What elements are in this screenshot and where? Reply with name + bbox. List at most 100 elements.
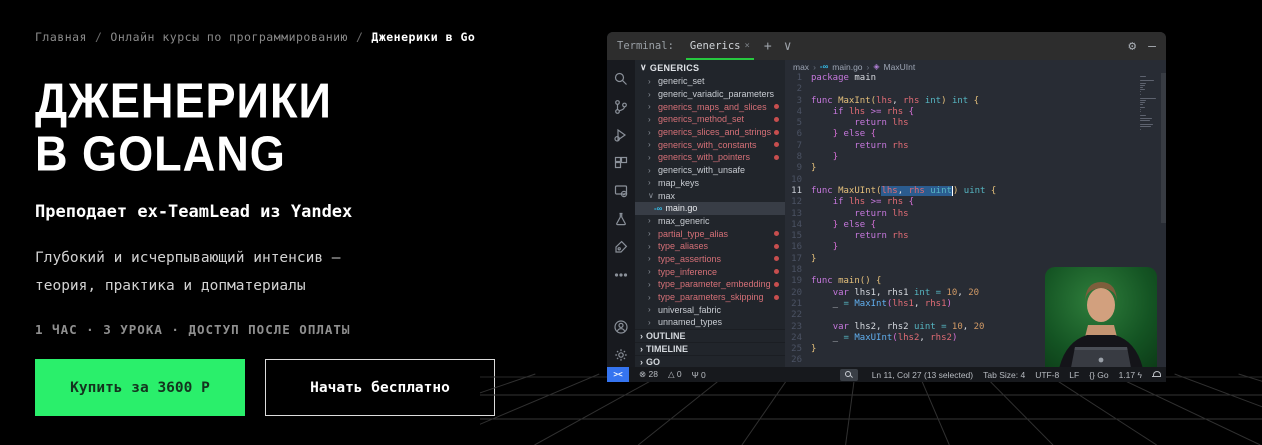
explorer-item-label: generic_set [658, 76, 705, 86]
explorer-item-label: generics_with_pointers [658, 152, 750, 162]
line-number: 21 [785, 299, 811, 310]
settings-gear-icon[interactable]: ⚙ [1128, 39, 1136, 54]
chevron-right-icon: › [648, 153, 655, 162]
source-control-icon[interactable] [613, 98, 630, 115]
explorer-root-header[interactable]: ∨ GENERICS [635, 60, 785, 75]
chevron-down-icon: ∨ [640, 62, 647, 73]
explorer-item-max[interactable]: ∨max [635, 189, 785, 202]
eol-type[interactable]: LF [1069, 370, 1079, 380]
explorer-item-type_parameter_embedding[interactable]: ›type_parameter_embedding [635, 278, 785, 291]
settings-icon[interactable] [613, 346, 630, 363]
chevron-right-icon: › [648, 102, 655, 111]
code-line-text: package main [811, 73, 876, 84]
editor-breadcrumb-item[interactable]: main.go [832, 62, 862, 72]
tab-size[interactable]: Tab Size: 4 [983, 370, 1025, 380]
explorer-item-map_keys[interactable]: ›map_keys [635, 177, 785, 190]
go-version[interactable]: 1.17 ϟ [1119, 370, 1142, 380]
notifications-bell-icon[interactable] [1152, 370, 1160, 379]
activity-bar [607, 60, 635, 367]
minimap-line [1140, 109, 1141, 110]
explorer-section-outline[interactable]: ›OUTLINE [635, 329, 785, 342]
chevron-right-icon: › [640, 331, 643, 341]
remote-explorer-icon[interactable] [613, 182, 630, 199]
explorer-item-label: type_inference [658, 267, 717, 277]
code-line-text: } [811, 254, 816, 265]
explorer-item-generics_method_set[interactable]: ›generics_method_set [635, 113, 785, 126]
account-icon[interactable] [613, 318, 630, 335]
encoding[interactable]: UTF-8 [1035, 370, 1059, 380]
breadcrumb: Главная/Онлайн курсы по программированию… [35, 30, 535, 44]
tools-icon[interactable] [613, 238, 630, 255]
close-tab-icon[interactable]: × [744, 41, 749, 51]
explorer-item-label: generics_with_unsafe [658, 165, 745, 175]
chevron-right-icon: › [648, 128, 655, 137]
course-description: Глубокий и исчерпывающий интенсив — теор… [35, 244, 535, 300]
more-icon[interactable] [613, 266, 630, 283]
minimap-line [1140, 102, 1145, 103]
explorer-item-generics_slices_and_strings[interactable]: ›generics_slices_and_strings [635, 126, 785, 139]
language-mode[interactable]: {} Go [1089, 370, 1108, 380]
explorer-item-generics_with_constants[interactable]: ›generics_with_constants [635, 138, 785, 151]
testing-icon[interactable] [613, 210, 630, 227]
explorer-item-label: type_aliases [658, 241, 708, 251]
explorer-item-generics_with_pointers[interactable]: ›generics_with_pointers [635, 151, 785, 164]
line-number: 19 [785, 276, 811, 287]
explorer-item-type_parameters_skipping[interactable]: ›type_parameters_skipping [635, 291, 785, 304]
editor-breadcrumb-item[interactable]: MaxUInt [884, 62, 916, 72]
problems-warnings[interactable]: △ 0 [668, 369, 682, 380]
code-line-text: if lhs >= rhs { [811, 197, 914, 208]
cursor-position[interactable]: Ln 11, Col 27 (13 selected) [872, 370, 973, 380]
terminal-tab-label: Generics [690, 40, 741, 52]
chevron-right-icon: › [648, 267, 655, 276]
terminal-dropdown-icon[interactable]: ∨ [784, 40, 792, 53]
code-line-text: return lhs [811, 209, 909, 220]
explorer-item-partial_type_alias[interactable]: ›partial_type_alias [635, 227, 785, 240]
explorer-item-label: type_parameter_embedding [658, 279, 771, 289]
explorer-item-generic_variadic_parameters[interactable]: ›generic_variadic_parameters [635, 88, 785, 101]
code-line: 17} [785, 254, 1166, 265]
explorer-item-unnamed_types[interactable]: ›unnamed_types [635, 316, 785, 329]
explorer-item-universal_fabric[interactable]: ›universal_fabric [635, 303, 785, 316]
run-debug-icon[interactable] [613, 126, 630, 143]
vscode-window: Terminal: Generics × + ∨ ⚙ – ∨ GENERICS … [607, 32, 1166, 382]
extensions-icon[interactable] [613, 154, 630, 171]
explorer-item-type_assertions[interactable]: ›type_assertions [635, 253, 785, 266]
zoom-icon[interactable] [840, 369, 858, 381]
breadcrumb-link[interactable]: Онлайн курсы по программированию [110, 30, 348, 44]
minimize-icon[interactable]: – [1148, 39, 1156, 54]
ports-indicator[interactable]: Ψ 0 [692, 370, 706, 380]
go-file-icon: -∞ [654, 204, 662, 213]
explorer-item-main.go[interactable]: -∞main.go [635, 202, 785, 215]
explorer-item-max_generic[interactable]: ›max_generic [635, 215, 785, 228]
explorer-section-go[interactable]: ›GO [635, 355, 785, 367]
explorer-section-timeline[interactable]: ›TIMELINE [635, 342, 785, 355]
code-line: 16 } [785, 242, 1166, 253]
editor-scrollbar[interactable] [1161, 73, 1166, 223]
breadcrumb-link[interactable]: Главная [35, 30, 87, 44]
modified-dot-badge [774, 256, 779, 261]
minimap-line [1140, 104, 1143, 105]
explorer-item-label: generic_variadic_parameters [658, 89, 774, 99]
line-number: 9 [785, 163, 811, 174]
explorer-item-generic_set[interactable]: ›generic_set [635, 75, 785, 88]
terminal-tab-generics[interactable]: Generics × [688, 32, 752, 60]
minimap-line [1140, 76, 1146, 77]
course-subtitle: Преподает ex-TeamLead из Yandex [35, 202, 535, 222]
code-line: 11func MaxUInt(lhs, rhs uint) uint { [785, 186, 1166, 197]
explorer-item-generics_with_unsafe[interactable]: ›generics_with_unsafe [635, 164, 785, 177]
code-line: 9} [785, 163, 1166, 174]
modified-dot-badge [774, 231, 779, 236]
explorer-item-generics_maps_and_slices[interactable]: ›generics_maps_and_slices [635, 100, 785, 113]
search-icon[interactable] [613, 70, 630, 87]
start-free-button[interactable]: Начать бесплатно [265, 359, 495, 416]
new-terminal-button[interactable]: + [764, 40, 772, 53]
explorer-item-type_aliases[interactable]: ›type_aliases [635, 240, 785, 253]
editor-breadcrumb-item[interactable]: max [793, 62, 809, 72]
explorer-item-label: partial_type_alias [658, 229, 728, 239]
chevron-right-icon: › [648, 280, 655, 289]
remote-indicator[interactable]: >< [607, 367, 629, 382]
problems-errors[interactable]: ⊗ 28 [639, 369, 658, 380]
chevron-right-icon: › [648, 293, 655, 302]
explorer-item-type_inference[interactable]: ›type_inference [635, 265, 785, 278]
buy-button[interactable]: Купить за 3600 Р [35, 359, 245, 416]
